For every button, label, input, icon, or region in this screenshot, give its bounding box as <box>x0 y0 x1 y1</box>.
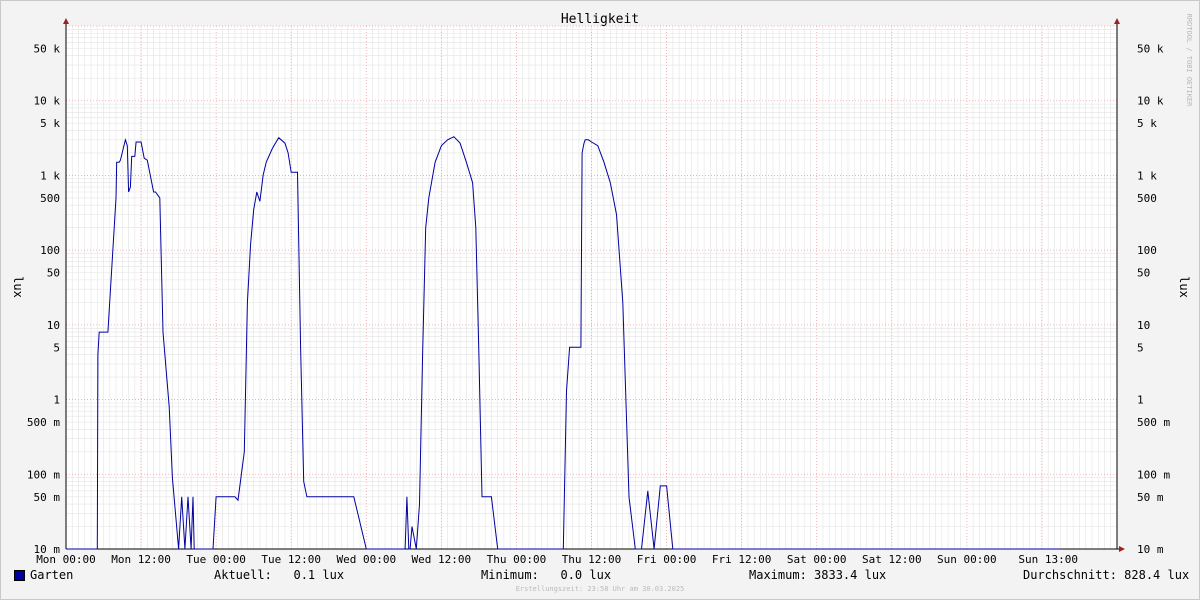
y-tick-label-right: 10 m <box>1137 543 1164 556</box>
x-tick-label: Wed 12:00 <box>412 553 472 566</box>
y-tick-label-left: 50 k <box>34 42 61 55</box>
x-tick-label: Fri 12:00 <box>712 553 772 566</box>
y-tick-label-right: 50 <box>1137 267 1150 280</box>
y-tick-label-left: 10 <box>47 319 60 332</box>
rrdtool-watermark: RRDTOOL / TOBI OETIKER <box>1185 14 1193 108</box>
legend-maximum: Maximum: 3833.4 lux <box>749 568 887 582</box>
y-tick-label-right: 50 m <box>1137 491 1164 504</box>
creation-time: Erstellungszeit: 23:58 Uhr am 30.03.2025 <box>515 585 685 593</box>
y-tick-label-right: 100 m <box>1137 468 1170 481</box>
legend-current: Aktuell: 0.1 lux <box>214 568 345 582</box>
y-tick-label-left: 500 <box>40 192 60 205</box>
y-tick-label-right: 500 m <box>1137 416 1170 429</box>
y-tick-label-left: 100 <box>40 244 60 257</box>
y-tick-label-right: 1 k <box>1137 169 1157 182</box>
x-tick-label: Sat 12:00 <box>862 553 922 566</box>
y-tick-label-right: 10 k <box>1137 95 1164 108</box>
y-axis-label-left: lux <box>11 276 25 298</box>
y-tick-label-right: 5 <box>1137 341 1144 354</box>
legend-series-name: Garten <box>30 568 74 582</box>
y-tick-label-left: 1 k <box>40 169 60 182</box>
y-tick-label-right: 10 <box>1137 319 1150 332</box>
y-tick-label-right: 500 <box>1137 192 1157 205</box>
y-axis-left-arrow <box>63 18 69 24</box>
x-tick-label: Mon 00:00 <box>36 553 96 566</box>
y-tick-label-right: 50 k <box>1137 42 1164 55</box>
x-tick-label: Fri 00:00 <box>637 553 697 566</box>
y-tick-label-right: 1 <box>1137 394 1144 407</box>
brightness-chart: 10 m 10 m50 m 50 m100 m 100 m500 m 500 m1 15 5… <box>11 12 1193 566</box>
y-tick-label-left: 50 m <box>34 491 61 504</box>
x-tick-label: Sat 00:00 <box>787 553 847 566</box>
y-tick-label-right: 100 <box>1137 244 1157 257</box>
chart-title: Helligkeit <box>561 12 639 27</box>
x-tick-label: Mon 12:00 <box>111 553 171 566</box>
y-tick-label-left: 5 <box>53 341 60 354</box>
y-tick-label-left: 100 m <box>27 468 60 481</box>
y-axis-right-arrow <box>1114 18 1120 24</box>
garten-legend-swatch <box>14 570 25 581</box>
x-tick-label: Wed 00:00 <box>336 553 396 566</box>
y-tick-label-left: 50 <box>47 267 60 280</box>
y-axis-label-right: lux <box>1177 276 1191 298</box>
legend-minimum: Minimum: 0.0 lux <box>481 568 612 582</box>
x-tick-label: Tue 12:00 <box>261 553 321 566</box>
y-tick-label-left: 5 k <box>40 117 60 130</box>
x-tick-label: Thu 12:00 <box>562 553 622 566</box>
x-tick-label: Thu 00:00 <box>487 553 547 566</box>
x-tick-label: Tue 00:00 <box>186 553 246 566</box>
x-axis-arrow <box>1119 546 1125 552</box>
y-tick-label-left: 1 <box>53 394 60 407</box>
x-tick-label: Sun 00:00 <box>937 553 997 566</box>
y-tick-label-left: 10 k <box>34 95 61 108</box>
y-tick-label-right: 5 k <box>1137 117 1157 130</box>
y-tick-label-left: 500 m <box>27 416 60 429</box>
x-tick-label: Sun 13:00 <box>1018 553 1078 566</box>
legend-average: Durchschnitt: 828.4 lux <box>1023 568 1190 582</box>
